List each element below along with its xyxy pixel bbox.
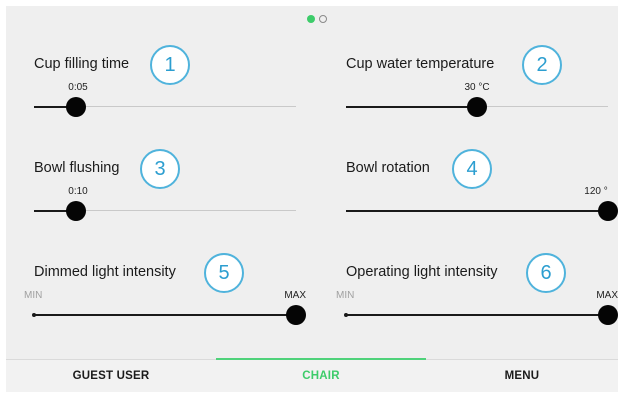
slider[interactable]	[346, 201, 618, 221]
slider[interactable]	[34, 97, 296, 117]
setting-label: Bowl flushing	[34, 160, 120, 176]
setting-dimmed-light-intensity: Dimmed light intensity 5 MIN MAX	[24, 253, 334, 354]
setting-operating-light-intensity: Operating light intensity 6 MIN MAX	[336, 253, 624, 354]
step-badge: 6	[526, 253, 566, 293]
slider-value: 0:05	[68, 82, 88, 93]
tab-guest-user[interactable]: GUEST USER	[6, 360, 216, 393]
slider-thumb[interactable]	[66, 97, 86, 117]
setting-label: Cup water temperature	[346, 56, 495, 72]
step-badge: 5	[204, 253, 244, 293]
setting-bowl-rotation: Bowl rotation 4 120 °	[346, 149, 624, 250]
setting-label: Operating light intensity	[346, 264, 498, 280]
slider-fill	[346, 313, 608, 316]
slider-fill	[34, 313, 296, 316]
setting-cup-water-temperature: Cup water temperature 2 30 °C	[346, 45, 624, 146]
slider-min-label: MIN	[24, 290, 43, 301]
slider-thumb[interactable]	[66, 201, 86, 221]
slider[interactable]	[34, 201, 296, 221]
page-dot-inactive[interactable]	[319, 15, 327, 23]
slider[interactable]	[344, 305, 618, 325]
tab-chair[interactable]: CHAIR	[216, 358, 426, 393]
slider-value: 120 °	[584, 186, 608, 197]
slider-max-label: MAX	[596, 290, 618, 301]
setting-cup-filling-time: Cup filling time 1 0:05	[34, 45, 334, 146]
bottom-tab-bar: GUEST USER CHAIR MENU	[6, 358, 618, 393]
slider-thumb[interactable]	[598, 305, 618, 325]
tab-menu[interactable]: MENU	[426, 360, 618, 393]
slider[interactable]	[32, 305, 306, 325]
slider-thumb[interactable]	[286, 305, 306, 325]
slider-fill	[346, 209, 608, 212]
active-tab-indicator	[216, 358, 426, 360]
tab-label: CHAIR	[302, 370, 340, 382]
setting-bowl-flushing: Bowl flushing 3 0:10	[34, 149, 334, 250]
slider[interactable]	[346, 97, 608, 117]
page-indicator	[6, 15, 618, 25]
step-badge: 2	[522, 45, 562, 85]
slider-fill	[346, 105, 477, 108]
slider-value: 30 °C	[464, 82, 490, 93]
tab-label: MENU	[504, 370, 540, 382]
slider-start-dot	[344, 312, 348, 317]
slider-start-dot	[32, 312, 36, 317]
slider-min-label: MIN	[336, 290, 355, 301]
settings-screen: Cup filling time 1 0:05 Cup water temper…	[6, 6, 618, 392]
slider-thumb[interactable]	[467, 97, 487, 117]
step-badge: 1	[150, 45, 190, 85]
step-badge: 3	[140, 149, 180, 189]
setting-label: Cup filling time	[34, 56, 130, 72]
page-dot-active[interactable]	[307, 15, 315, 23]
slider-thumb[interactable]	[598, 201, 618, 221]
tab-label: GUEST USER	[72, 370, 150, 382]
setting-label: Bowl rotation	[346, 160, 430, 176]
slider-value: 0:10	[68, 186, 88, 197]
step-badge: 4	[452, 149, 492, 189]
setting-label: Dimmed light intensity	[34, 264, 176, 280]
slider-max-label: MAX	[284, 290, 306, 301]
